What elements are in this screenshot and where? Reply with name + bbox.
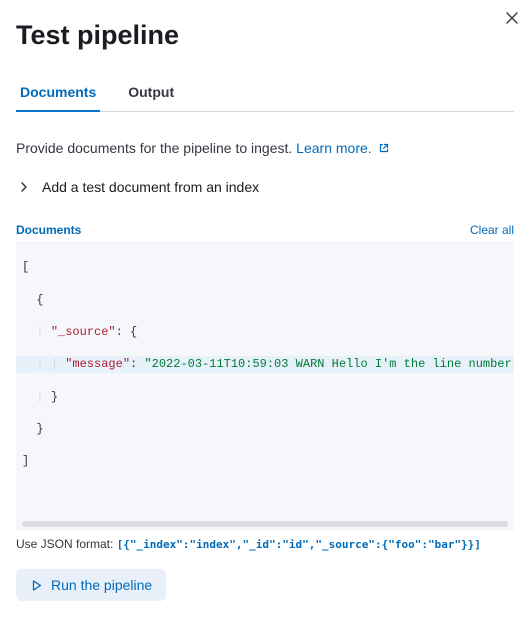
play-icon [30,579,43,592]
learn-more-text: Learn more. [296,140,371,156]
description: Provide documents for the pipeline to in… [16,140,514,157]
chevron-right-icon [18,181,30,193]
tabs: Documents Output [16,73,514,112]
code-text: ] [22,454,29,468]
editor-header: Documents Clear all [16,223,514,237]
learn-more-link[interactable]: Learn more. [296,140,389,156]
code-string: "2022-03-11T10:59:03 WARN Hello I'm the … [144,357,511,371]
code-key: "_source" [51,325,116,339]
hint-example: [{"_index":"index","_id":"id","_source":… [117,538,481,551]
format-hint: Use JSON format: [{"_index":"index","_id… [16,537,514,551]
close-button[interactable] [502,8,522,28]
hint-prefix: Use JSON format: [16,537,117,551]
documents-label: Documents [16,223,81,237]
tab-output[interactable]: Output [124,74,178,112]
code-text: } [51,390,58,404]
add-test-document-toggle[interactable]: Add a test document from an index [16,175,261,199]
accordion-label: Add a test document from an index [42,179,259,195]
code-text: } [36,422,43,436]
code-key: "message" [65,357,130,371]
page-title: Test pipeline [16,20,514,51]
run-pipeline-button[interactable]: Run the pipeline [16,569,166,601]
tab-documents[interactable]: Documents [16,74,100,112]
horizontal-scrollbar[interactable] [22,521,508,527]
close-icon [506,12,518,24]
clear-all-button[interactable]: Clear all [470,223,514,237]
code-text: [ [22,260,29,274]
run-button-label: Run the pipeline [51,577,152,593]
json-editor[interactable]: [ { | "_source": { | | "message": "2022-… [16,241,514,531]
code-text: { [36,293,43,307]
description-text: Provide documents for the pipeline to in… [16,140,296,156]
external-link-icon [378,141,390,157]
